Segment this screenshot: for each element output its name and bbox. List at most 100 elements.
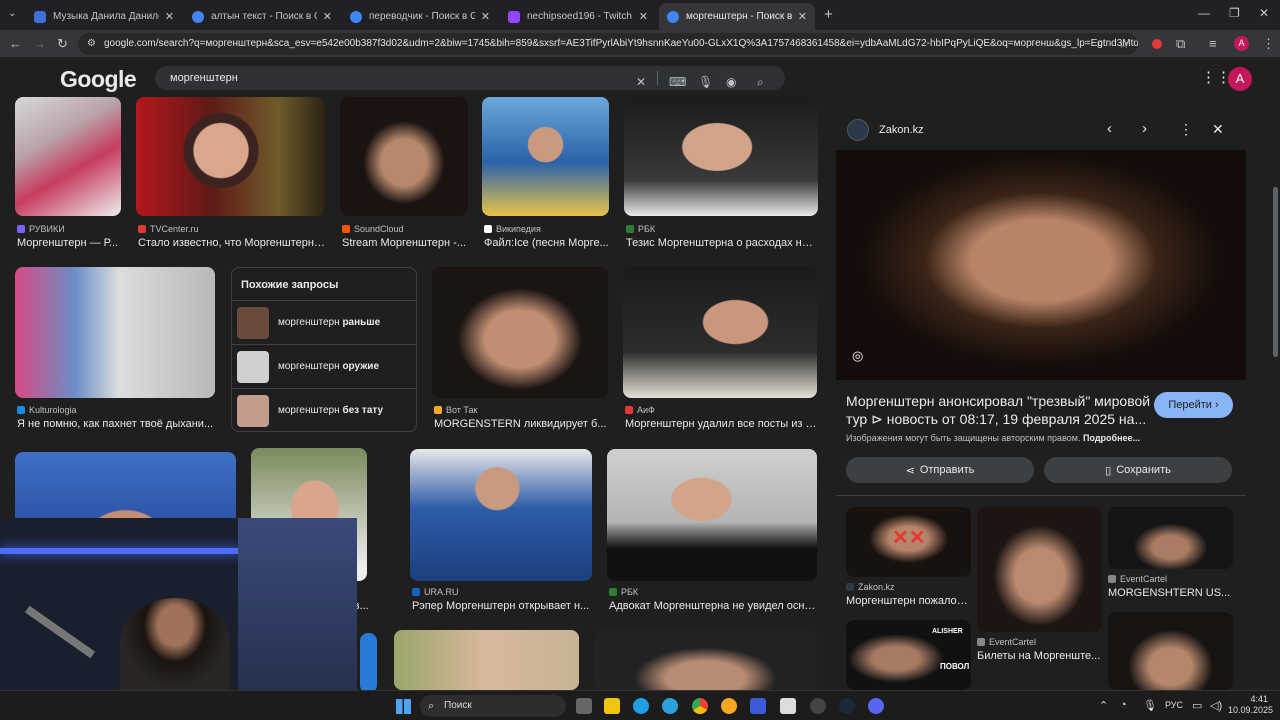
- forward-icon[interactable]: →: [33, 36, 46, 51]
- result-caption[interactable]: Моргенштерн — Р...: [17, 237, 125, 249]
- result-caption[interactable]: Файл:Ice (песня Морге...: [484, 237, 609, 249]
- similar-image[interactable]: ✕✕: [846, 507, 971, 577]
- telegram-icon[interactable]: [662, 698, 678, 714]
- search-input[interactable]: моргенштерн ✕ ⌨ 🎙︎ ◉ ⌕: [155, 66, 785, 90]
- similar-image[interactable]: [1108, 612, 1233, 690]
- similar-caption[interactable]: Билеты на Моргенште...: [977, 650, 1102, 662]
- search-icon[interactable]: ⌕: [757, 70, 764, 94]
- close-tab-icon[interactable]: ✕: [481, 10, 490, 23]
- tab-translator[interactable]: переводчик - Поиск в Google ✕: [342, 3, 498, 30]
- task-view-icon[interactable]: [576, 698, 592, 714]
- network-icon[interactable]: ◔: [1120, 699, 1127, 711]
- result-caption[interactable]: Моргенштерн удалил все посты из с...: [625, 418, 817, 430]
- result-caption[interactable]: MORGENSTERN ликвидирует б...: [434, 418, 608, 430]
- similar-image[interactable]: [977, 507, 1102, 632]
- page-scrollbar[interactable]: [1270, 97, 1280, 690]
- app-icon[interactable]: [721, 698, 737, 714]
- scrollbar-thumb[interactable]: [1273, 187, 1278, 357]
- taskbar-search[interactable]: ⌕ Поиск: [420, 695, 566, 717]
- clear-search-icon[interactable]: ✕: [636, 70, 646, 94]
- reading-list-icon[interactable]: ≡: [1209, 36, 1217, 51]
- result-image[interactable]: [624, 97, 818, 216]
- stats-icon[interactable]: [750, 698, 766, 714]
- minimize-icon[interactable]: —: [1198, 6, 1210, 20]
- site-info-icon[interactable]: ⚙: [87, 33, 96, 55]
- clock[interactable]: 4:41 10.09.2025: [1228, 694, 1273, 716]
- more-link[interactable]: Подробнее...: [1083, 433, 1140, 443]
- tab-twitch[interactable]: nechipsoed196 - Twitch ✕: [500, 3, 656, 30]
- obs-icon[interactable]: [810, 698, 826, 714]
- extensions-icon[interactable]: ⧉: [1176, 36, 1185, 52]
- panel-source[interactable]: Zakon.kz: [879, 124, 924, 136]
- result-caption[interactable]: Рэпер Моргенштерн открывает н...: [412, 600, 592, 612]
- lens-icon[interactable]: ◉: [726, 70, 736, 94]
- edge-icon[interactable]: [633, 698, 649, 714]
- result-image[interactable]: [15, 267, 215, 398]
- start-icon[interactable]: [396, 699, 411, 714]
- tab-altyn[interactable]: алтын текст - Поиск в Google ✕: [184, 3, 340, 30]
- save-button[interactable]: ▯ Сохранить: [1044, 457, 1232, 483]
- result-image[interactable]: [623, 267, 817, 398]
- address-bar[interactable]: ⚙ google.com/search?q=моргенштерн&sca_es…: [78, 33, 1138, 55]
- tab-search-icon[interactable]: ⌄: [8, 8, 16, 19]
- restore-icon[interactable]: ❐: [1229, 6, 1240, 20]
- result-image[interactable]: [594, 630, 817, 690]
- microphone-icon[interactable]: 🎙︎: [698, 70, 713, 94]
- lens-search-icon[interactable]: ◎: [852, 348, 863, 364]
- volume-icon[interactable]: ◁): [1210, 699, 1222, 712]
- next-icon[interactable]: ›: [1142, 120, 1147, 137]
- account-avatar[interactable]: A: [1228, 67, 1252, 91]
- visit-button[interactable]: Перейти ›: [1154, 392, 1233, 418]
- similar-image[interactable]: [1108, 507, 1233, 569]
- result-image[interactable]: [394, 630, 579, 690]
- close-panel-icon[interactable]: ✕: [1212, 121, 1224, 138]
- result-image[interactable]: [607, 449, 817, 581]
- similar-caption[interactable]: Моргенштерн пожалов...: [846, 595, 971, 607]
- microphone-icon[interactable]: 🎙︎: [1143, 699, 1157, 712]
- extension-red-icon[interactable]: [1152, 39, 1162, 49]
- result-caption[interactable]: Адвокат Моргенштерна не увидел осно...: [609, 600, 817, 612]
- close-tab-icon[interactable]: ✕: [323, 10, 332, 23]
- result-image[interactable]: [340, 97, 468, 216]
- chrome-icon[interactable]: [692, 698, 708, 714]
- similar-image[interactable]: ALISHER ПОВОЛ: [846, 620, 971, 690]
- new-tab-button[interactable]: +: [824, 6, 833, 23]
- keyboard-icon[interactable]: ⌨: [669, 70, 686, 94]
- discord-icon[interactable]: [868, 698, 884, 714]
- bookmark-star-icon[interactable]: ☆: [1118, 36, 1130, 52]
- back-icon[interactable]: ←: [9, 36, 22, 51]
- related-item-before[interactable]: моргенштерн раньше: [232, 300, 416, 344]
- result-caption[interactable]: Stream Моргенштерн -...: [342, 237, 468, 249]
- result-image[interactable]: [136, 97, 325, 216]
- zoom-icon[interactable]: ⌕: [1097, 36, 1104, 51]
- google-logo[interactable]: Google: [60, 66, 137, 93]
- apps-grid-icon[interactable]: ⋮⋮: [1201, 68, 1231, 86]
- result-image[interactable]: [432, 267, 608, 398]
- preview-title[interactable]: Моргенштерн анонсировал "трезвый" мирово…: [846, 392, 1150, 428]
- profile-avatar[interactable]: A: [1234, 36, 1249, 51]
- reload-icon[interactable]: ↻: [57, 36, 68, 52]
- preview-image[interactable]: ◎: [836, 150, 1246, 380]
- close-window-icon[interactable]: ✕: [1259, 6, 1269, 20]
- close-tab-icon[interactable]: ✕: [798, 10, 807, 23]
- related-item-no-tattoo[interactable]: моргенштерн без тату: [232, 388, 416, 432]
- tray-chevron-icon[interactable]: ⌃: [1099, 699, 1108, 712]
- file-explorer-icon[interactable]: [604, 698, 620, 714]
- result-caption[interactable]: Я не помню, как пахнет твоё дыхани...: [17, 418, 217, 430]
- close-tab-icon[interactable]: ✕: [639, 10, 648, 23]
- prev-icon[interactable]: ‹: [1107, 120, 1112, 137]
- result-image[interactable]: [15, 97, 121, 216]
- related-item-weapon[interactable]: моргенштерн оружие: [232, 344, 416, 388]
- share-button[interactable]: ⋖ Отправить: [846, 457, 1034, 483]
- display-icon[interactable]: ▭: [1192, 699, 1202, 712]
- menu-dots-icon[interactable]: ⋮: [1262, 36, 1275, 52]
- close-tab-icon[interactable]: ✕: [165, 10, 174, 23]
- editor-icon[interactable]: [780, 698, 796, 714]
- result-image[interactable]: [360, 633, 377, 690]
- result-image[interactable]: [482, 97, 609, 216]
- result-caption[interactable]: Тезис Моргенштерна о расходах на ...: [626, 237, 818, 249]
- language-indicator[interactable]: РУС: [1165, 700, 1183, 710]
- tab-morgenshtern[interactable]: моргенштерн - Поиск в Goog ✕: [659, 3, 815, 30]
- similar-caption[interactable]: MORGENSHTERN US...: [1108, 587, 1233, 599]
- tab-music[interactable]: Музыка Данила Данилова ✕: [26, 3, 182, 30]
